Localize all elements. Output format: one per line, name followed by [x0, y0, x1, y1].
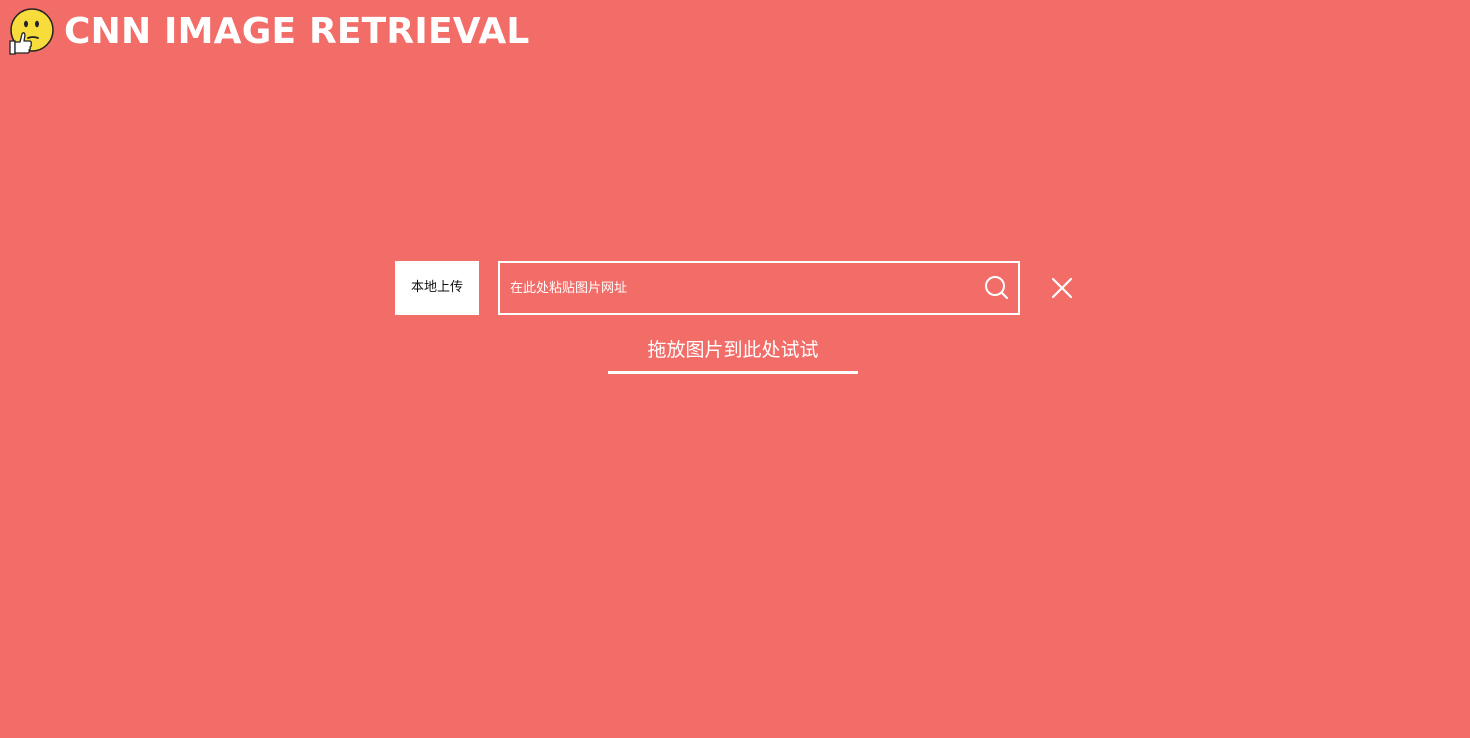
url-search-box: [498, 261, 1020, 315]
drop-zone-underline: [608, 371, 858, 374]
local-upload-button[interactable]: 本地上传: [395, 261, 479, 315]
search-icon[interactable]: [982, 274, 1010, 302]
thinking-emoji-logo-icon: [9, 8, 54, 55]
image-url-input[interactable]: [500, 263, 982, 313]
drop-zone-hint[interactable]: 拖放图片到此处试试: [608, 336, 858, 364]
header: CNN IMAGE RETRIEVAL: [6, 7, 530, 57]
app-title: CNN IMAGE RETRIEVAL: [64, 11, 530, 52]
close-icon[interactable]: [1050, 276, 1074, 300]
